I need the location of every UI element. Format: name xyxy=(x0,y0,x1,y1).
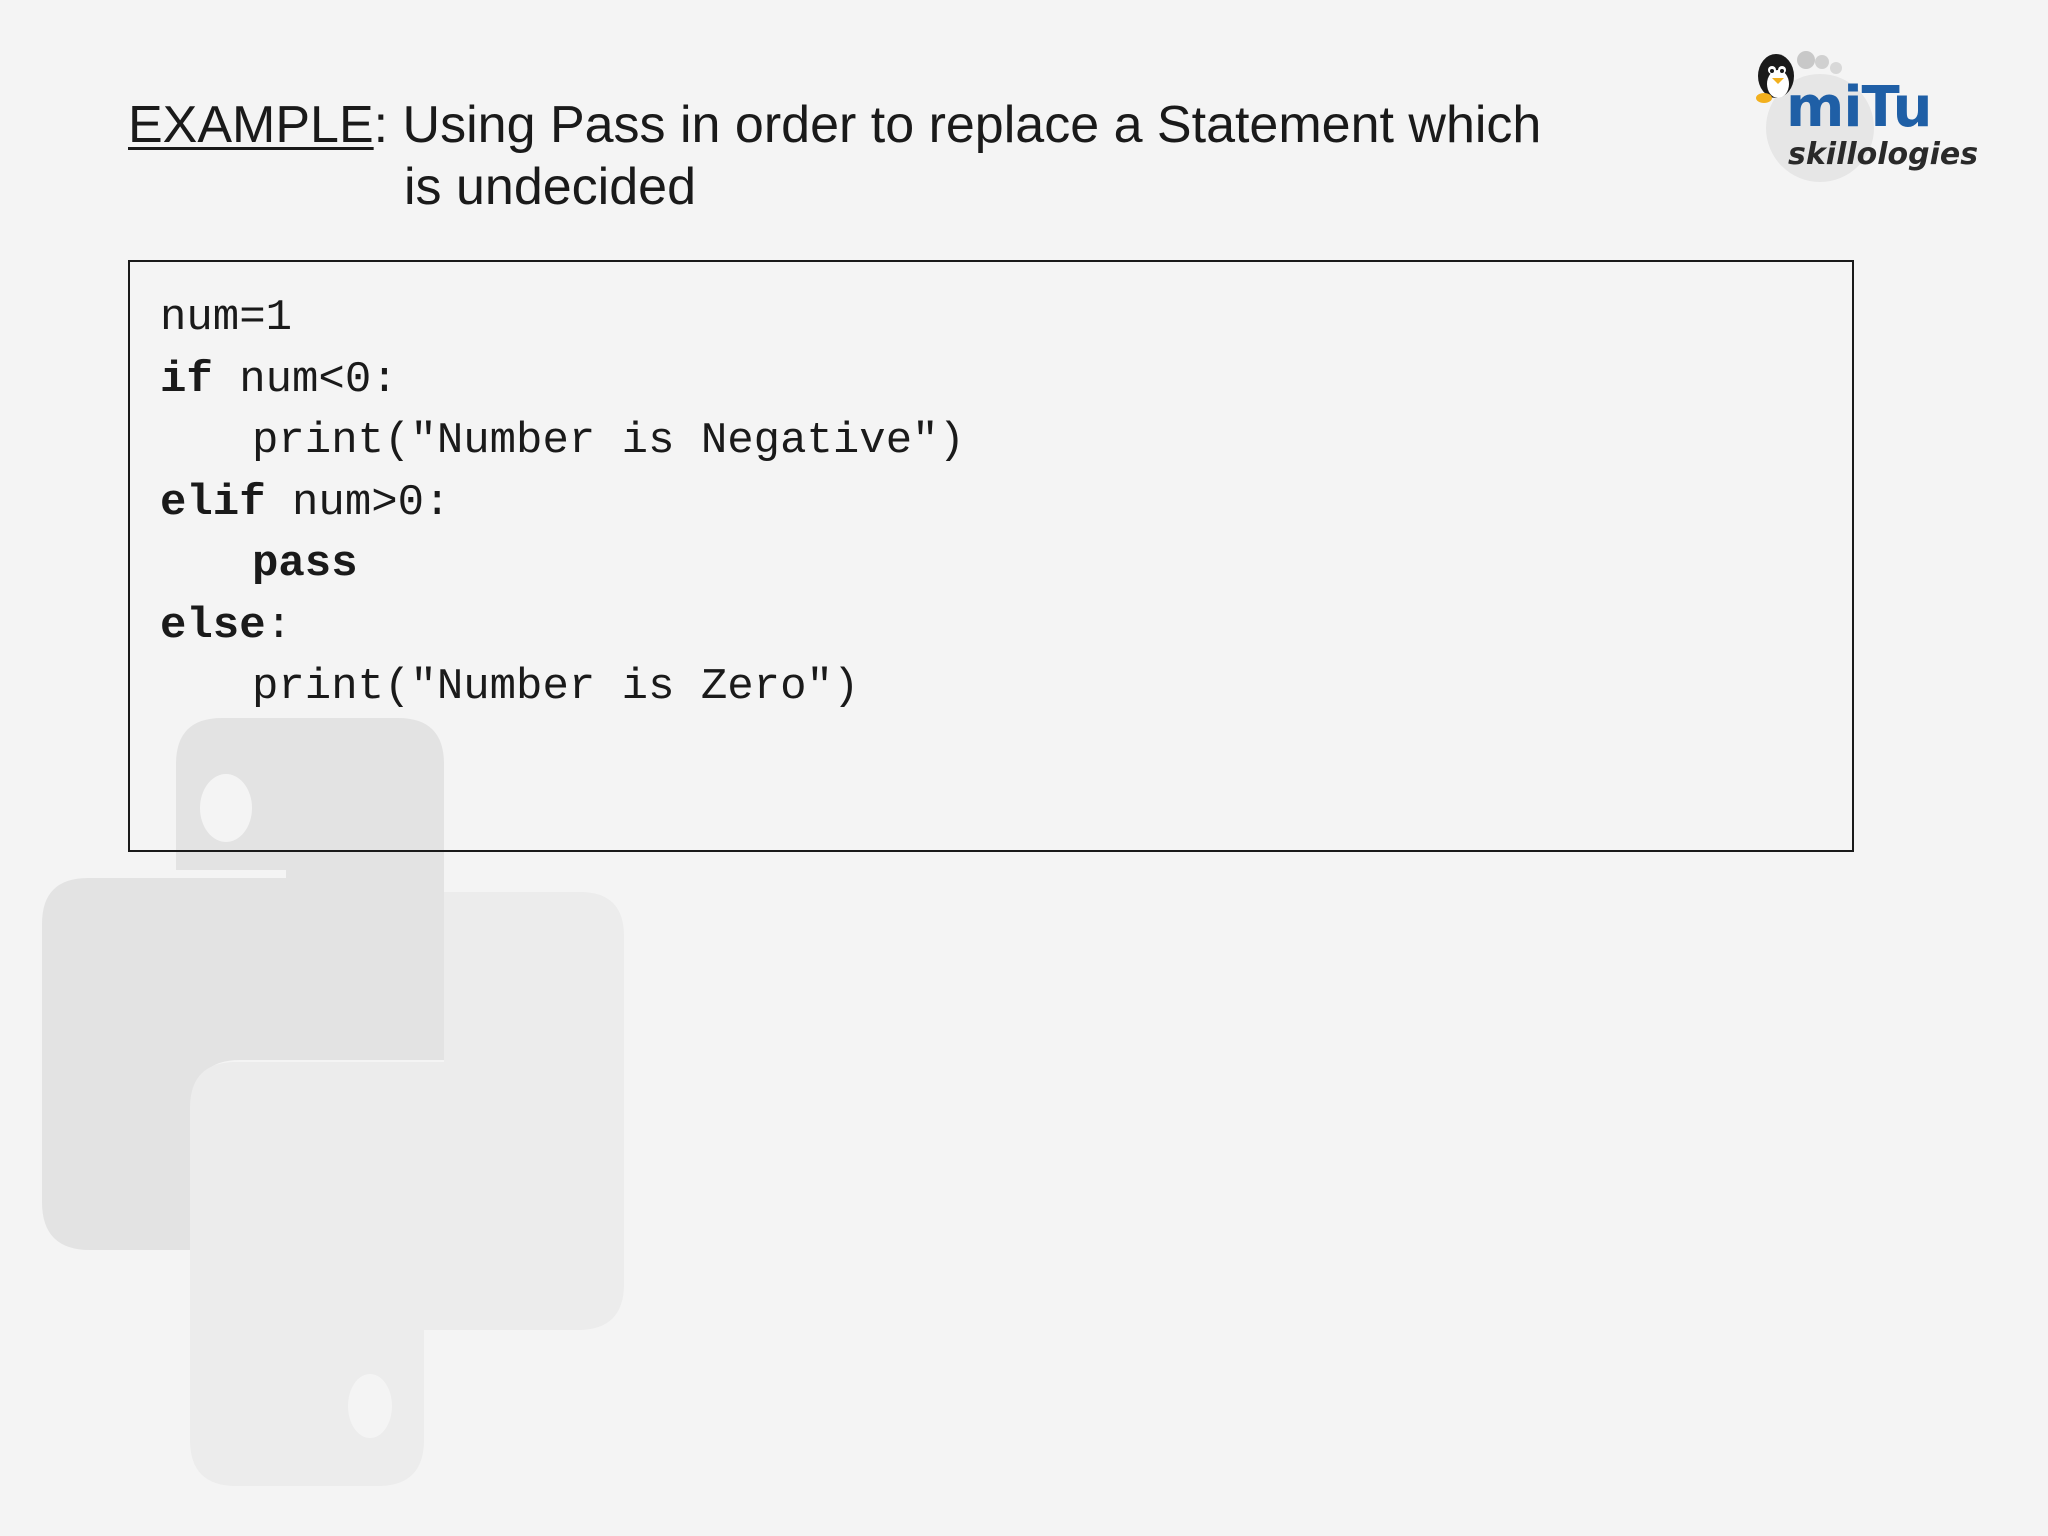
title-line1: : Using Pass in order to replace a State… xyxy=(373,96,1542,154)
code-block: num=1 if num<0: print("Number is Negativ… xyxy=(128,260,1854,852)
code-text: print("Number is Negative") xyxy=(252,416,965,466)
code-line-3: print("Number is Negative") xyxy=(160,411,965,473)
python-snake-bottom xyxy=(190,892,624,1486)
title-prefix: EXAMPLE xyxy=(128,96,374,154)
keyword-pass: pass xyxy=(252,539,358,589)
code-text: print("Number is Zero") xyxy=(252,662,860,712)
code-line-5: pass xyxy=(160,534,965,596)
code-content: num=1 if num<0: print("Number is Negativ… xyxy=(160,288,965,719)
keyword-if: if xyxy=(160,354,213,405)
keyword-else: else xyxy=(160,600,266,651)
logo-brand-text: miTu xyxy=(1786,75,1932,140)
code-line-2: if num<0: xyxy=(160,350,965,412)
code-line-6: else: xyxy=(160,596,965,658)
code-line-1: num=1 xyxy=(160,288,965,350)
code-text: num=1 xyxy=(160,293,293,343)
code-line-7: print("Number is Zero") xyxy=(160,657,965,719)
title-line2: is undecided xyxy=(404,158,696,216)
code-line-4: elif num>0: xyxy=(160,473,965,535)
logo-tagline: skillologies xyxy=(1788,137,1979,172)
code-text: : xyxy=(265,600,293,651)
code-text: num>0: xyxy=(265,477,451,528)
code-text: num<0: xyxy=(212,354,398,405)
keyword-elif: elif xyxy=(160,477,266,528)
slide-title: EXAMPLE: Using Pass in order to replace … xyxy=(128,94,1541,218)
mitu-logo: miTu skillologies xyxy=(1748,46,1988,186)
